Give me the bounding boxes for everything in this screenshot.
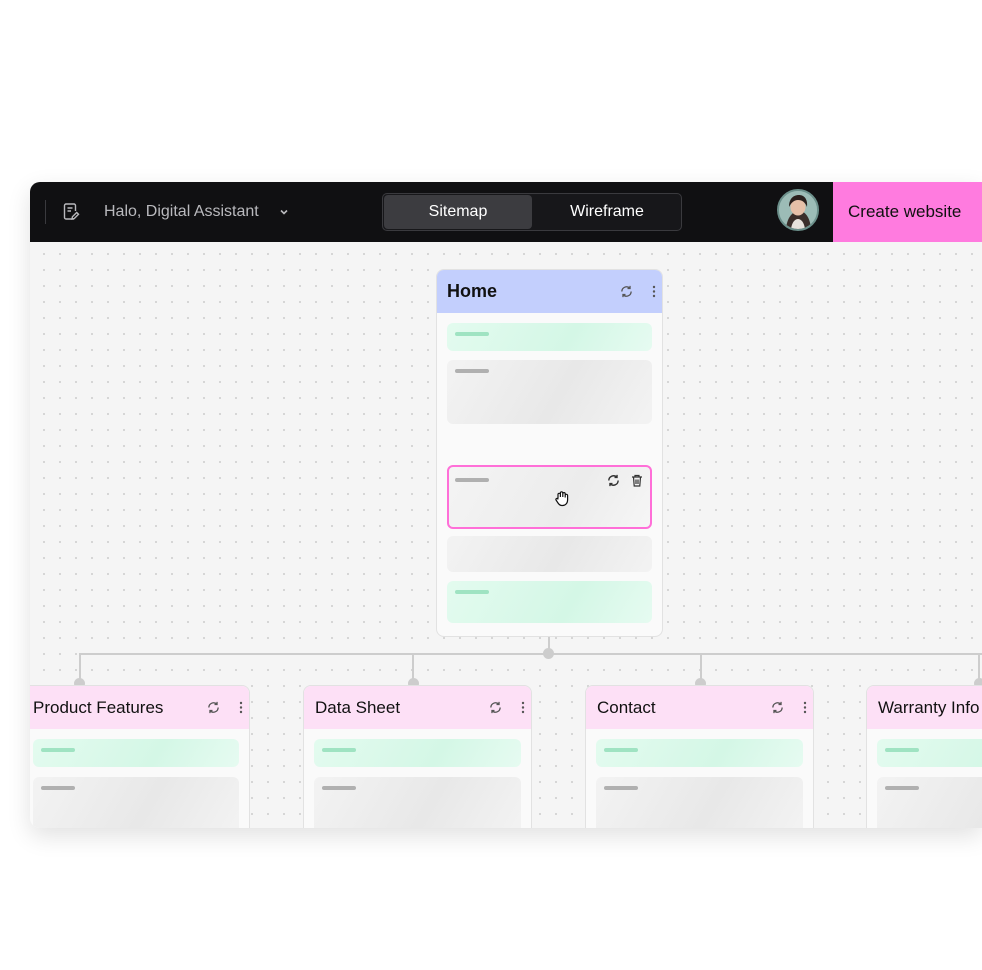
more-vertical-icon[interactable] [521, 701, 525, 714]
content-section-block[interactable] [33, 777, 239, 828]
data-sheet-page-card[interactable]: Data Sheet [303, 685, 532, 828]
content-section-block[interactable] [447, 536, 652, 572]
document-edit-icon[interactable] [62, 203, 80, 221]
page-card-header: Data Sheet [304, 686, 531, 729]
more-vertical-icon[interactable] [652, 285, 656, 298]
section-label-placeholder [322, 786, 356, 790]
section-label-placeholder [604, 786, 638, 790]
avatar[interactable] [777, 189, 819, 231]
content-section-block[interactable] [596, 777, 803, 828]
contact-page-card[interactable]: Contact [585, 685, 814, 828]
page-card-header: Product Features [30, 686, 249, 729]
hero-section-block[interactable] [33, 739, 239, 767]
connector-node [543, 648, 554, 659]
hero-section-block[interactable] [596, 739, 803, 767]
content-section-block[interactable] [877, 777, 982, 828]
page-card-title: Warranty Info [878, 697, 980, 717]
section-label-placeholder [41, 748, 75, 752]
page-card-header: Warranty Info [867, 686, 982, 729]
page-card-header: Contact [586, 686, 813, 729]
toolbar-divider [45, 200, 46, 224]
cta-section-block[interactable] [447, 581, 652, 623]
section-label-placeholder [455, 332, 489, 336]
more-vertical-icon[interactable] [239, 701, 243, 714]
connector-horizontal [79, 653, 982, 655]
content-section-block[interactable] [314, 777, 521, 828]
view-switcher: Sitemap Wireframe [382, 193, 682, 231]
hero-section-block[interactable] [314, 739, 521, 767]
page-card-title: Data Sheet [315, 697, 401, 717]
section-label-placeholder [41, 786, 75, 790]
home-card-header: Home [437, 270, 662, 313]
home-page-card[interactable]: Home [436, 269, 663, 637]
refresh-icon[interactable] [207, 701, 220, 714]
section-actions [607, 474, 643, 488]
refresh-icon[interactable] [771, 701, 784, 714]
more-vertical-icon[interactable] [803, 701, 807, 714]
tab-sitemap[interactable]: Sitemap [384, 195, 532, 229]
trash-icon[interactable] [631, 474, 643, 487]
hero-section-block[interactable] [877, 739, 982, 767]
create-website-button[interactable]: Create website [833, 182, 982, 242]
page-card-actions [771, 700, 807, 714]
avatar-portrait [779, 191, 817, 229]
project-name[interactable]: Halo, Digital Assistant [104, 203, 259, 221]
refresh-icon[interactable] [489, 701, 502, 714]
hero-section-block[interactable] [447, 323, 652, 351]
chevron-down-icon[interactable] [278, 206, 290, 218]
home-card-actions [620, 284, 656, 298]
app-window: Halo, Digital Assistant Sitemap Wirefram… [30, 182, 982, 828]
top-bar: Halo, Digital Assistant Sitemap Wirefram… [30, 182, 982, 242]
page-card-title: Product Features [33, 697, 164, 717]
section-label-placeholder [322, 748, 356, 752]
section-label-placeholder [885, 786, 919, 790]
refresh-icon[interactable] [620, 285, 633, 298]
sitemap-canvas[interactable]: Home Product Features Data Sheet Contact… [30, 242, 982, 828]
product-features-page-card[interactable]: Product Features [30, 685, 250, 828]
section-label-placeholder [455, 369, 489, 373]
warranty-info-page-card[interactable]: Warranty Info [866, 685, 982, 828]
section-label-placeholder [455, 590, 489, 594]
tab-wireframe[interactable]: Wireframe [533, 195, 681, 229]
grab-hand-icon [555, 491, 569, 507]
section-label-placeholder [885, 748, 919, 752]
selected-section-block[interactable] [447, 465, 652, 529]
section-label-placeholder [455, 478, 489, 482]
content-section-block[interactable] [447, 360, 652, 424]
page-card-actions [207, 700, 243, 714]
home-card-title: Home [447, 281, 498, 301]
section-label-placeholder [604, 748, 638, 752]
page-card-title: Contact [597, 697, 656, 717]
refresh-icon[interactable] [607, 474, 620, 487]
page-card-actions [489, 700, 525, 714]
